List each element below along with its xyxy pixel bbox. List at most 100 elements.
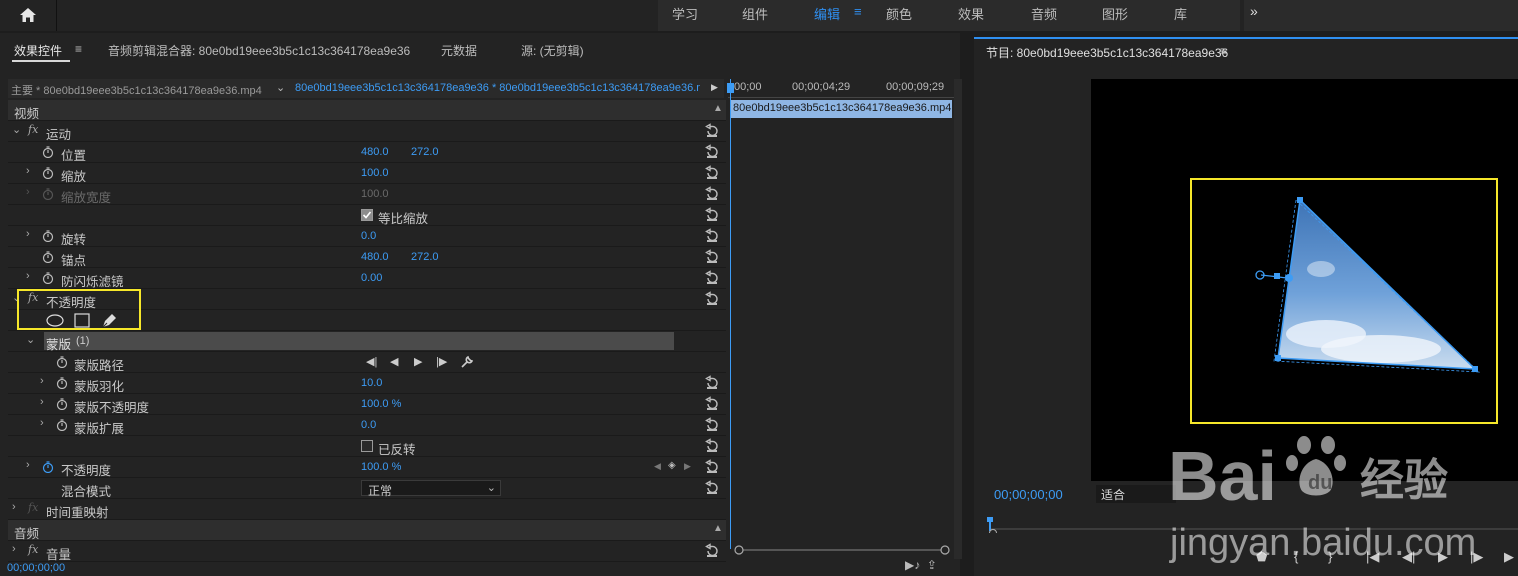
expand-down-icon[interactable]: ⌄ (12, 123, 21, 136)
prev-keyframe-icon[interactable]: ◀ (654, 461, 661, 472)
expand-right-icon[interactable]: › (26, 165, 30, 177)
stopwatch-icon[interactable] (42, 272, 54, 284)
reset-icon[interactable] (704, 186, 720, 202)
reset-icon[interactable] (704, 480, 720, 496)
reset-icon[interactable] (704, 228, 720, 244)
stopwatch-icon[interactable] (42, 146, 54, 158)
tab-learn[interactable]: 学习 (672, 4, 698, 23)
stopwatch-icon[interactable] (56, 377, 68, 389)
expand-right-icon[interactable]: › (40, 375, 44, 387)
rotation-value[interactable]: 0.0 (361, 230, 376, 242)
timeline-clip[interactable]: 80e0bd19eee3b5c1c13c364178ea9e36.mp4 (730, 100, 952, 118)
anti-flicker-value[interactable]: 0.00 (361, 272, 382, 284)
next-keyframe-icon[interactable]: ▶ (684, 461, 691, 472)
prop-mask-opacity[interactable]: › 蒙版不透明度 100.0 % (8, 394, 726, 415)
tab-libraries[interactable]: 库 (1174, 4, 1187, 23)
mask-feather-value[interactable]: 10.0 (361, 377, 382, 389)
anchor-x-value[interactable]: 480.0 (361, 251, 389, 263)
chevron-down-icon[interactable]: ⌄ (276, 81, 285, 94)
stopwatch-icon[interactable] (42, 230, 54, 242)
add-keyframe-icon[interactable]: ◈ (668, 460, 676, 471)
tab-color[interactable]: 颜色 (886, 4, 912, 23)
panel-menu-icon[interactable]: ≡ (1220, 44, 1227, 58)
tab-graphics[interactable]: 图形 (1102, 4, 1128, 23)
panel-menu-icon[interactable]: ≡ (75, 42, 82, 56)
reset-icon[interactable] (704, 165, 720, 181)
current-timecode[interactable]: 00;00;00;00 (994, 487, 1063, 502)
stopwatch-icon[interactable] (56, 356, 68, 368)
position-x-value[interactable]: 480.0 (361, 146, 389, 158)
track-backward-icon[interactable]: ◀ (390, 355, 398, 368)
scale-value[interactable]: 100.0 (361, 167, 389, 179)
source-clip-name[interactable]: 主要 * 80e0bd19eee3b5c1c13c364178ea9e36.mp… (11, 82, 262, 98)
home-button[interactable] (14, 4, 42, 26)
reset-icon[interactable] (704, 396, 720, 412)
track-forward-selected-icon[interactable]: |▶ (436, 355, 447, 368)
reset-icon[interactable] (704, 543, 720, 559)
playhead[interactable] (727, 79, 734, 549)
mask-opacity-value[interactable]: 100.0 % (361, 398, 401, 410)
reset-icon[interactable] (704, 459, 720, 475)
prop-mask-expansion[interactable]: › 蒙版扩展 0.0 (8, 415, 726, 436)
reset-icon[interactable] (704, 375, 720, 391)
stopwatch-icon[interactable] (42, 167, 54, 179)
prop-mask-path[interactable]: 蒙版路径 ◀| ◀ ▶ |▶ (8, 352, 726, 373)
reset-icon[interactable] (704, 438, 720, 454)
expand-right-icon[interactable]: › (12, 501, 16, 513)
tab-menu-icon[interactable]: ≡ (854, 4, 862, 19)
reset-icon[interactable] (704, 123, 720, 139)
expand-right-icon[interactable]: › (26, 270, 30, 282)
zoom-scrollbar[interactable] (734, 545, 950, 555)
mask-row[interactable]: ⌄ 蒙版 (1) (8, 331, 726, 352)
stopwatch-active-icon[interactable] (42, 461, 54, 473)
prop-position[interactable]: 位置 480.0 272.0 (8, 142, 726, 163)
prop-anchor[interactable]: 锚点 480.0 272.0 (8, 247, 726, 268)
uniform-scale-checkbox[interactable] (361, 209, 373, 221)
chevron-double-right-icon[interactable]: » (1250, 3, 1258, 19)
timeline-ruler[interactable]: 00;00 00;00;04;29 00;00;09;29 (728, 79, 954, 98)
tab-audio[interactable]: 音频 (1031, 4, 1057, 23)
tab-audio-clip-mixer[interactable]: 音频剪辑混合器: 80e0bd19eee3b5c1c13c364178ea9e3… (108, 42, 410, 59)
program-title[interactable]: 节目: 80e0bd19eee3b5c1c13c364178ea9e36 (986, 44, 1228, 61)
reset-icon[interactable] (704, 249, 720, 265)
mask-expansion-value[interactable]: 0.0 (361, 419, 376, 431)
stopwatch-icon[interactable] (42, 251, 54, 263)
anchor-y-value[interactable]: 272.0 (411, 251, 439, 263)
reset-icon[interactable] (704, 144, 720, 160)
tab-source[interactable]: 源: (无剪辑) (521, 42, 584, 59)
tab-effect-controls[interactable]: 效果控件 (14, 42, 62, 59)
mask-header[interactable]: 蒙版 (1) (44, 332, 674, 352)
expand-right-icon[interactable]: › (40, 417, 44, 429)
inverted-checkbox[interactable] (361, 440, 373, 452)
opacity-value[interactable]: 100.0 % (361, 461, 401, 473)
sequence-clip-name[interactable]: 80e0bd19eee3b5c1c13c364178ea9e36 * 80e0b… (295, 82, 700, 94)
effect-volume[interactable]: › fx 音量 (8, 541, 726, 562)
status-timecode[interactable]: 00;00;00;00 (7, 562, 65, 574)
tab-metadata[interactable]: 元数据 (441, 42, 477, 59)
fx-icon[interactable]: fx (28, 543, 38, 556)
collapse-up-icon[interactable]: ▲ (713, 523, 723, 534)
blend-mode-dropdown[interactable]: 正常 ⌄ (361, 480, 501, 498)
track-forward-icon[interactable]: ▶ (414, 355, 422, 368)
fx-icon[interactable]: fx (28, 123, 38, 136)
reset-icon[interactable] (704, 270, 720, 286)
expand-down-icon[interactable]: ⌄ (26, 333, 35, 346)
reset-icon[interactable] (704, 291, 720, 307)
prop-anti-flicker[interactable]: › 防闪烁滤镜 0.00 (8, 268, 726, 289)
effect-time-remap[interactable]: › fx 时间重映射 (8, 499, 726, 520)
playhead-handle[interactable] (727, 83, 734, 93)
expand-right-icon[interactable]: › (12, 543, 16, 555)
export-icon[interactable]: ⇪ (927, 558, 937, 572)
tab-effects[interactable]: 效果 (958, 4, 984, 23)
prop-mask-feather[interactable]: › 蒙版羽化 10.0 (8, 373, 726, 394)
stopwatch-icon[interactable] (56, 419, 68, 431)
wrench-icon[interactable] (460, 355, 474, 369)
effect-motion[interactable]: ⌄ fx 运动 (8, 121, 726, 142)
play-triangle-icon[interactable]: ▶ (711, 82, 718, 93)
stopwatch-icon[interactable] (56, 398, 68, 410)
reset-icon[interactable] (704, 417, 720, 433)
prop-blend-mode[interactable]: 混合模式 正常 ⌄ (8, 478, 726, 499)
prop-opacity[interactable]: › 不透明度 100.0 % ◀ ◈ ▶ (8, 457, 726, 478)
collapse-up-icon[interactable]: ▲ (713, 103, 723, 114)
tab-editing[interactable]: 编辑 (814, 4, 840, 23)
